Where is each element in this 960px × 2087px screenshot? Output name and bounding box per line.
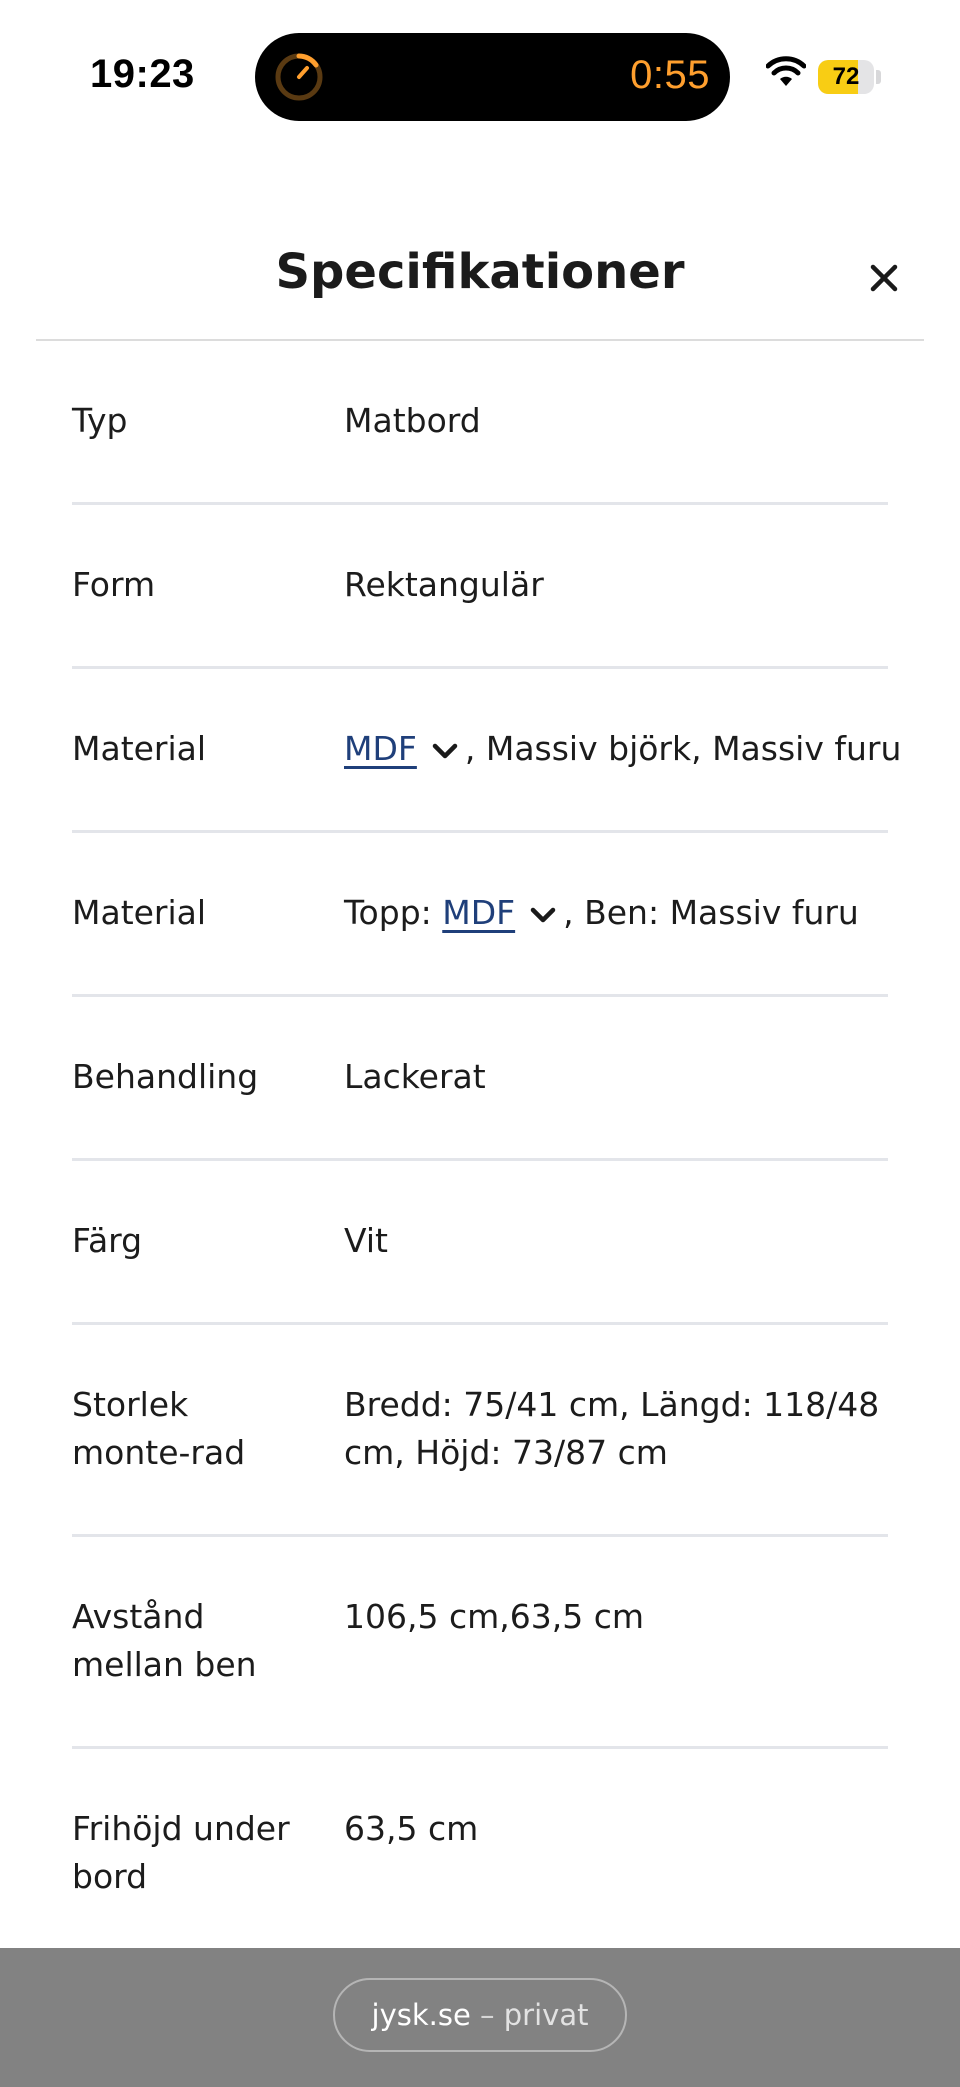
material-prefix: Topp: [344,893,443,932]
material-suffix: , Ben: Massiv furu [563,893,859,932]
spec-label: Typ [72,401,128,440]
spec-row-frihojd: Frihöjd under bord 63,5 cm [72,1749,888,1961]
spec-label: Material [72,893,207,932]
close-icon[interactable] [864,258,904,298]
spec-label: Form [72,565,156,604]
spec-label: Avstånd mellan ben [72,1597,257,1684]
url-pill[interactable]: jysk.se – privat [333,1978,627,2052]
spec-value: Topp: MDF , Ben: Massiv furu [344,889,888,937]
page-title: Specifikationer [275,244,685,300]
spec-value: MDF , Massiv björk, Massiv furu [344,725,901,773]
spec-row-avstand: Avstånd mellan ben 106,5 cm,63,5 cm [72,1537,888,1749]
dynamic-island[interactable]: 0:55 [255,33,730,121]
spec-list: Typ Matbord Form Rektangulär Material MD… [72,341,901,1961]
timer-ring-icon [275,53,323,101]
chevron-down-icon[interactable] [425,737,465,765]
sheet-header: Specifikationer [36,200,924,340]
spec-row-farg: Färg Vit [72,1161,888,1325]
battery-level: 72 [832,63,860,90]
spec-value: Lackerat [344,1057,486,1096]
spec-label: Färg [72,1221,143,1260]
spec-value: Matbord [344,401,481,440]
chevron-down-icon[interactable] [523,901,563,929]
spec-row-material: Material MDF , Massiv björk, Massiv furu [72,669,901,833]
spec-value: Vit [344,1221,388,1260]
url-separator: – [480,1998,495,2032]
material-suffix: , Massiv björk, Massiv furu [464,729,902,768]
spec-row-behandling: Behandling Lackerat [72,997,888,1161]
wifi-icon [766,56,806,86]
spec-value: 63,5 cm [344,1809,479,1848]
page: 19:23 0:55 72 Specifikationer Typ Matbor… [0,0,960,2087]
status-time: 19:23 [90,52,195,96]
spec-row-typ: Typ Matbord [72,341,888,505]
island-timer: 0:55 [630,53,710,97]
spec-label: Behandling [72,1057,259,1096]
spec-value: Bredd: 75/41 cm, Längd: 118/48 cm, Höjd:… [344,1385,880,1472]
browsing-mode: privat [503,1998,589,2032]
spec-row-material-parts: Material Topp: MDF , Ben: Massiv furu [72,833,888,997]
spec-row-storlek: Storlek monte-rad Bredd: 75/41 cm, Längd… [72,1325,888,1537]
battery-icon: 72 [818,60,881,94]
material-link-mdf[interactable]: MDF [442,893,515,932]
url-domain: jysk.se [371,1998,471,2032]
status-bar: 19:23 0:55 72 [0,0,960,140]
battery-cap [876,70,881,84]
spec-value: Rektangulär [344,565,544,604]
spec-value: 106,5 cm,63,5 cm [344,1597,644,1636]
browser-bottom-bar: jysk.se – privat [0,1948,960,2087]
material-link-mdf[interactable]: MDF [344,729,417,768]
spec-row-form: Form Rektangulär [72,505,888,669]
spec-label: Material [72,729,207,768]
spec-label: Storlek monte-rad [72,1385,246,1472]
spec-label: Frihöjd under bord [72,1809,290,1896]
